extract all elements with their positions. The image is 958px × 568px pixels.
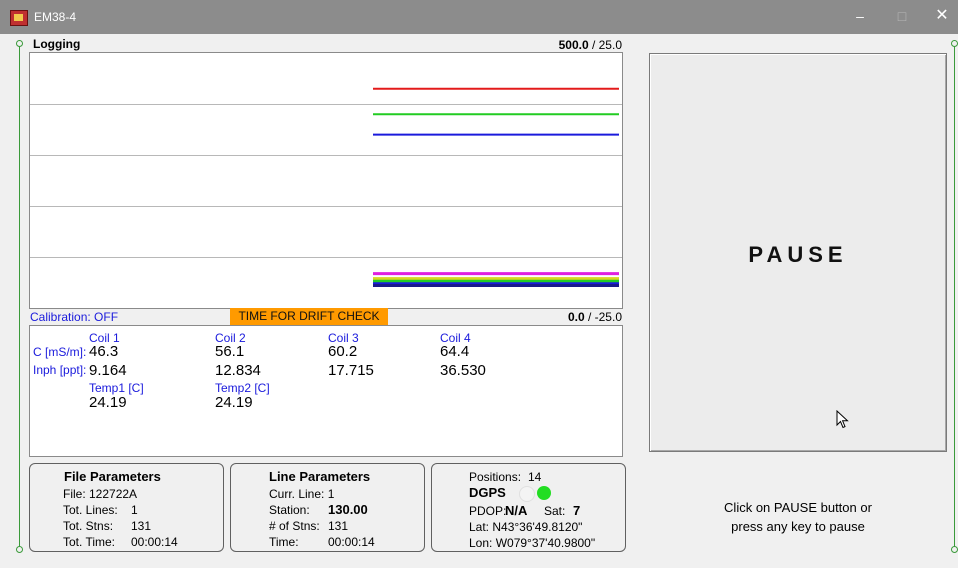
tot-stns-label: Tot. Stns:	[63, 519, 114, 533]
pause-hint-line2: press any key to pause	[731, 519, 865, 534]
range-top-value: 500.0	[558, 38, 589, 52]
temp2-header: Temp2 [C]	[215, 381, 270, 395]
inphase-row-label: Inph [ppt]:	[33, 363, 87, 377]
file-name: File: 122722A	[63, 487, 138, 501]
calibration-status: Calibration: OFF	[30, 310, 119, 324]
tot-lines-label: Tot. Lines:	[63, 503, 118, 517]
minimize-button[interactable]: –	[846, 6, 874, 26]
title-bar: EM38-4 – □ ✕	[0, 0, 958, 34]
sat-value: 7	[573, 503, 581, 518]
tot-stns-value: 131	[131, 519, 152, 533]
coil2-inphase: 12.834	[215, 362, 261, 379]
tot-time-label: Tot. Time:	[63, 535, 116, 549]
file-parameters-title: File Parameters	[64, 469, 161, 484]
window-title: EM38-4	[34, 10, 77, 24]
pause-hint-line1: Click on PAUSE button or	[724, 500, 872, 515]
temp2-value: 24.19	[215, 394, 253, 411]
left-splitter-rail	[19, 42, 20, 552]
right-splitter-rail	[954, 42, 955, 552]
temp1-value: 24.19	[89, 394, 127, 411]
readings-panel: C [mS/m]: Inph [ppt]: Coil 1 46.3 9.164 …	[29, 325, 623, 457]
pause-button[interactable]: PAUSE	[649, 53, 947, 452]
coil4-conductivity: 64.4	[440, 343, 470, 360]
mouse-cursor-icon	[836, 410, 849, 429]
coil1-conductivity: 46.3	[89, 343, 119, 360]
conductivity-row-label: C [mS/m]:	[33, 345, 87, 359]
close-button[interactable]: ✕	[928, 6, 956, 26]
curr-line: Curr. Line: 1	[269, 487, 335, 501]
logging-chart	[29, 52, 623, 309]
pause-button-label: PAUSE	[748, 242, 848, 267]
coil2-conductivity: 56.1	[215, 343, 245, 360]
line-parameters-panel: Line Parameters Curr. Line: 1 Station: 1…	[230, 463, 425, 552]
longitude: Lon: W079°37'40.9800"	[469, 536, 596, 550]
pdop-label: PDOP:	[469, 504, 507, 518]
coil4-inphase: 36.530	[440, 362, 486, 379]
dgps-label: DGPS	[469, 485, 506, 500]
sat-label: Sat:	[544, 504, 566, 518]
range-bottom-value: 0.0	[567, 310, 585, 324]
time-value: 00:00:14	[328, 535, 375, 549]
chart-range-top: 500.0 / 25.0	[540, 38, 622, 52]
positions-label: Positions:	[469, 470, 522, 484]
chart-range-bottom: 0.0 / -25.0	[540, 310, 622, 324]
drift-check-banner: TIME FOR DRIFT CHECK	[230, 308, 388, 325]
num-stns-label: # of Stns:	[269, 519, 320, 533]
latitude: Lat: N43°36'49.8120"	[469, 520, 583, 534]
time-label: Time:	[269, 535, 299, 549]
tot-lines-value: 1	[131, 503, 138, 517]
tot-time-value: 00:00:14	[131, 535, 178, 549]
logging-label: Logging	[33, 37, 81, 51]
left-rail-top-handle[interactable]	[16, 40, 23, 47]
coil3-inphase: 17.715	[328, 362, 374, 379]
line-parameters-title: Line Parameters	[269, 469, 371, 484]
gps-panel: Positions: 14 DGPS PDOP: N/A Sat: 7 Lat:…	[431, 463, 626, 552]
file-parameters-panel: File Parameters File: 122722A Tot. Lines…	[29, 463, 224, 552]
temp1-header: Temp1 [C]	[89, 381, 144, 395]
dgps-indicator-off	[519, 486, 535, 502]
station-label: Station:	[269, 503, 310, 517]
dgps-indicator-on	[537, 486, 551, 500]
coil1-inphase: 9.164	[89, 362, 127, 379]
station-value: 130.00	[328, 502, 368, 517]
range-top-min: / 25.0	[591, 38, 622, 52]
maximize-button[interactable]: □	[888, 6, 916, 26]
right-rail-bottom-handle[interactable]	[951, 546, 958, 553]
num-stns-value: 131	[328, 519, 349, 533]
chart-svg	[30, 87, 622, 288]
pause-hint: Click on PAUSE button or press any key t…	[660, 498, 936, 536]
pdop-value: N/A	[505, 503, 528, 518]
left-rail-bottom-handle[interactable]	[16, 546, 23, 553]
positions-value: 14	[528, 470, 542, 484]
app-icon	[10, 10, 28, 26]
range-bottom-min: / -25.0	[587, 310, 622, 324]
right-rail-top-handle[interactable]	[951, 40, 958, 47]
coil3-conductivity: 60.2	[328, 343, 358, 360]
